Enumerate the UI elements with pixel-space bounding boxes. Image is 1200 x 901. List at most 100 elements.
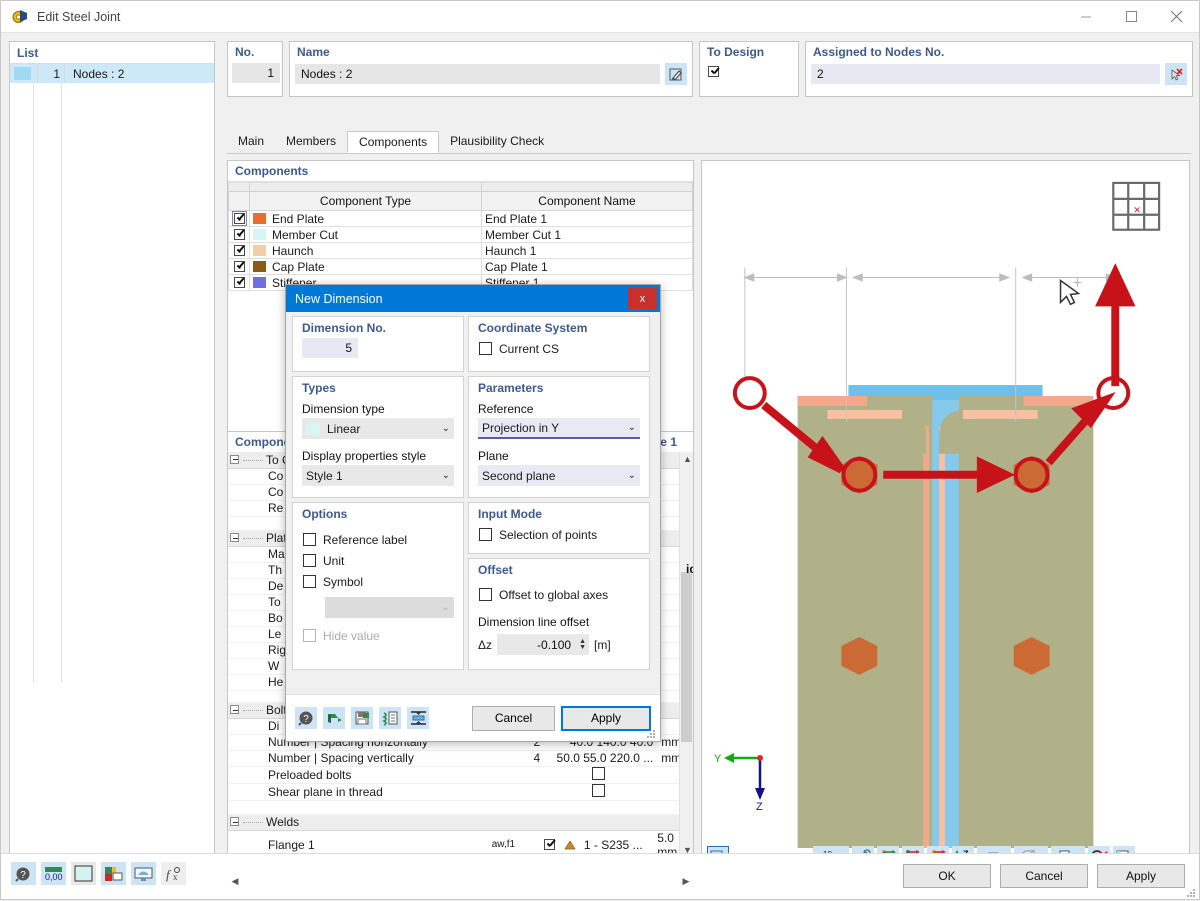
dimension-type-label: Dimension type bbox=[302, 402, 385, 416]
display-properties-icon[interactable] bbox=[101, 862, 126, 885]
offset-global-axes-row[interactable]: Offset to global axes bbox=[469, 584, 649, 605]
assigned-nodes-input[interactable] bbox=[811, 64, 1160, 84]
c bbox=[487, 783, 543, 801]
table-row[interactable]: Haunch Haunch 1 bbox=[228, 242, 693, 259]
maximize-button[interactable] bbox=[1109, 1, 1154, 33]
tab-components[interactable]: Components bbox=[347, 131, 440, 153]
table-row[interactable]: Cap Plate Cap Plate 1 bbox=[228, 258, 693, 275]
current-cs-checkbox[interactable] bbox=[479, 342, 492, 355]
row-checkbox-cell[interactable] bbox=[228, 258, 250, 275]
color-icon[interactable] bbox=[71, 862, 96, 885]
save-icon[interactable] bbox=[351, 707, 373, 729]
list-panel: List 1 Nodes : 2 bbox=[9, 41, 215, 854]
dimension-type-combo[interactable]: Linear ⌄ bbox=[302, 418, 454, 439]
row-checkbox[interactable] bbox=[231, 210, 247, 226]
row-checkbox-cell[interactable] bbox=[228, 210, 250, 227]
collapse-icon[interactable] bbox=[230, 533, 239, 542]
pick-nodes-icon[interactable] bbox=[1165, 63, 1187, 85]
copy-icon[interactable] bbox=[379, 707, 401, 729]
symbol-checkbox[interactable] bbox=[303, 575, 316, 588]
help-icon[interactable]: ? bbox=[11, 862, 36, 885]
reference-label-checkbox[interactable] bbox=[303, 533, 316, 546]
reference-label-option-row[interactable]: Reference label bbox=[293, 529, 463, 550]
reference-combo[interactable]: Projection in Y ⌄ bbox=[478, 418, 640, 439]
list-grid-line-2 bbox=[61, 83, 62, 683]
render-icon[interactable] bbox=[131, 862, 156, 885]
svg-text:?: ? bbox=[303, 714, 309, 725]
table-row[interactable]: Number | Spacing vertically 4 50.0 55.0 … bbox=[228, 750, 693, 767]
property-checkbox-cell[interactable] bbox=[542, 783, 656, 801]
collapse-icon[interactable] bbox=[230, 817, 239, 826]
tab-members[interactable]: Members bbox=[275, 131, 347, 153]
dialog-cancel-button[interactable]: Cancel bbox=[472, 705, 555, 731]
edit-name-icon[interactable] bbox=[665, 63, 687, 85]
display-style-combo[interactable]: Style 1 ⌄ bbox=[302, 465, 454, 486]
import-icon[interactable] bbox=[323, 707, 345, 729]
ok-button[interactable]: OK bbox=[903, 864, 991, 888]
reference-value: Projection in Y bbox=[482, 420, 560, 435]
dz-unit: [m] bbox=[594, 637, 611, 652]
minimize-button[interactable] bbox=[1064, 1, 1109, 33]
apply-button[interactable]: Apply bbox=[1097, 864, 1185, 888]
dialog-close-button[interactable]: x bbox=[628, 288, 657, 309]
unit-option-row[interactable]: Unit bbox=[293, 550, 463, 571]
preloaded-bolts-checkbox[interactable] bbox=[592, 766, 606, 780]
properties-section-header[interactable]: Welds bbox=[228, 814, 693, 831]
help-icon[interactable]: ? bbox=[295, 707, 317, 729]
scroll-up-arrow[interactable]: ▲ bbox=[683, 454, 692, 464]
weld-checkbox[interactable] bbox=[544, 838, 556, 850]
dz-input[interactable] bbox=[497, 634, 578, 655]
units-icon[interactable]: 0,00 bbox=[41, 862, 66, 885]
shear-plane-checkbox[interactable] bbox=[592, 783, 606, 797]
table-row[interactable]: Preloaded bolts bbox=[228, 766, 693, 784]
component-color-swatch bbox=[253, 228, 266, 240]
row-checkbox-cell[interactable] bbox=[228, 226, 250, 243]
offset-global-axes-checkbox[interactable] bbox=[479, 588, 492, 601]
unit-checkbox[interactable] bbox=[303, 554, 316, 567]
row-checkbox[interactable] bbox=[233, 276, 245, 288]
tab-main[interactable]: Main bbox=[227, 131, 275, 153]
tree-dots bbox=[243, 459, 263, 461]
row-checkbox[interactable] bbox=[233, 228, 245, 240]
resize-grip[interactable] bbox=[646, 728, 656, 738]
row-checkbox[interactable] bbox=[233, 260, 245, 272]
collapse-icon[interactable] bbox=[230, 454, 239, 464]
selection-of-points-checkbox[interactable] bbox=[479, 528, 492, 541]
plane-combo[interactable]: Second plane ⌄ bbox=[478, 465, 640, 486]
number-input[interactable] bbox=[232, 63, 280, 83]
hide-value-checkbox bbox=[303, 629, 316, 642]
selection-of-points-row[interactable]: Selection of points bbox=[469, 524, 649, 545]
current-cs-row[interactable]: Current CS bbox=[469, 338, 649, 359]
scroll-thumb[interactable] bbox=[681, 572, 692, 742]
row-checkbox-cell[interactable] bbox=[228, 274, 250, 291]
dz-spinner[interactable]: ▲ ▼ bbox=[579, 638, 586, 651]
cancel-button[interactable]: Cancel bbox=[1000, 864, 1088, 888]
row-checkbox[interactable] bbox=[233, 244, 245, 256]
list-header: List bbox=[17, 46, 39, 60]
scroll-right-arrow[interactable]: ▶ bbox=[679, 876, 693, 887]
scroll-left-arrow[interactable]: ◀ bbox=[228, 876, 242, 887]
3d-viewport[interactable]: ✕ Y Z bbox=[701, 160, 1190, 871]
table-row[interactable]: End Plate End Plate 1 bbox=[228, 210, 693, 227]
window-resize-grip[interactable] bbox=[1186, 887, 1196, 897]
name-input[interactable] bbox=[295, 64, 660, 84]
tab-plausibility-check[interactable]: Plausibility Check bbox=[439, 131, 555, 153]
center-icon[interactable] bbox=[407, 707, 429, 729]
weld-size: 5.0 bbox=[657, 830, 674, 845]
hide-value-row: Hide value bbox=[293, 625, 463, 646]
formula-icon[interactable]: fx bbox=[161, 862, 186, 885]
property-checkbox-cell[interactable] bbox=[542, 766, 656, 784]
row-checkbox-cell[interactable] bbox=[228, 242, 250, 259]
bottom-bar: ? 0,00 fx OK Cancel Apply bbox=[1, 853, 1199, 899]
symbol-option-row[interactable]: Symbol bbox=[293, 571, 463, 592]
dz-symbol: Δz bbox=[478, 637, 493, 652]
table-row[interactable]: Member Cut Member Cut 1 bbox=[228, 226, 693, 243]
properties-vertical-scrollbar[interactable]: ▲ ▼ bbox=[679, 452, 693, 857]
dimension-no-input[interactable] bbox=[302, 338, 358, 358]
to-design-checkbox[interactable] bbox=[708, 66, 719, 77]
collapse-icon[interactable] bbox=[230, 705, 239, 714]
list-item[interactable]: 1 Nodes : 2 bbox=[10, 64, 214, 83]
table-row[interactable]: Shear plane in thread bbox=[228, 783, 693, 801]
dialog-apply-button[interactable]: Apply bbox=[561, 705, 651, 731]
close-button[interactable] bbox=[1154, 1, 1199, 33]
